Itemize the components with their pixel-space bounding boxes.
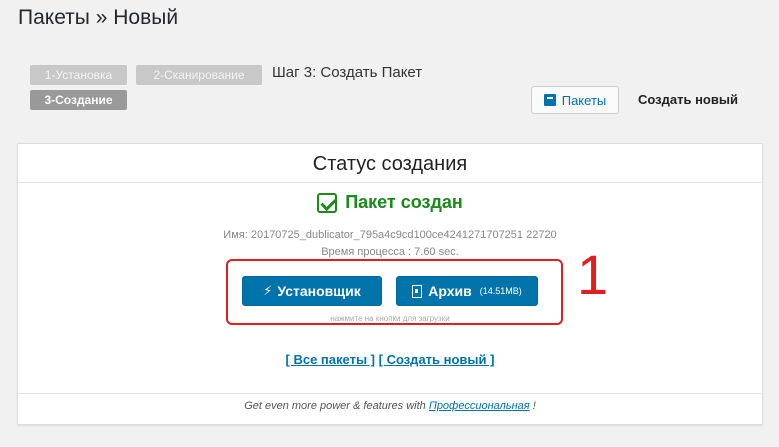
success-message: Пакет создан <box>18 192 762 213</box>
all-packages-link[interactable]: [ Все пакеты ] <box>286 352 375 367</box>
footer-divider <box>18 393 762 394</box>
panel-title: Статус создания <box>18 144 762 183</box>
packages-button[interactable]: Пакеты <box>531 86 619 114</box>
panel-links: [ Все пакеты ] [ Создать новый ] <box>18 352 762 367</box>
annotation-highlight-box <box>226 259 563 325</box>
packages-button-label: Пакеты <box>561 92 607 108</box>
package-name: Имя: 20170725_dublicator_795a4c9cd100ce4… <box>223 229 557 241</box>
pro-link[interactable]: Профессиональная <box>429 400 530 412</box>
check-square-icon <box>317 192 338 213</box>
step-build: 3-Создание <box>30 90 127 110</box>
package-icon <box>543 94 556 106</box>
footer-suffix: ! <box>532 400 536 412</box>
step-scan: 2-Сканирование <box>136 65 262 85</box>
annotation-number: 1 <box>577 243 609 306</box>
footer-promo: Get even more power & features with Проф… <box>18 400 762 412</box>
step-install: 1-Установка <box>30 65 127 85</box>
success-text: Пакет создан <box>345 192 463 212</box>
create-new-panel-link[interactable]: [ Создать новый ] <box>379 352 495 367</box>
create-new-link[interactable]: Создать новый <box>638 92 738 107</box>
current-step-title: Шаг 3: Создать Пакет <box>272 64 423 81</box>
process-time: Время процесса : 7.60 sec. <box>321 246 459 258</box>
page-title: Пакеты » Новый <box>18 6 179 29</box>
footer-text: Get even more power & features with <box>244 400 426 412</box>
